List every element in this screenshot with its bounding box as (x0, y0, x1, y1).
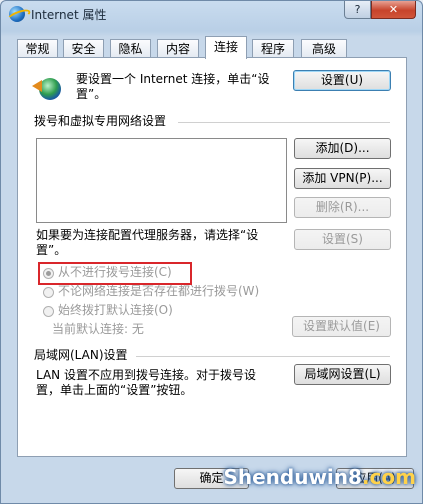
tab-advanced[interactable]: 高级 (301, 39, 347, 58)
dial-whenever-radio[interactable] (43, 287, 54, 298)
add-button[interactable]: 添加(D)... (294, 138, 391, 159)
help-button[interactable]: ? (344, 1, 371, 19)
connections-panel: 要设置一个 Internet 连接，单击“设 置”。 设置(U) 拨号和虚拟专用… (17, 57, 407, 457)
add-vpn-button[interactable]: 添加 VPN(P)... (294, 168, 391, 189)
tab-general[interactable]: 常规 (17, 39, 58, 58)
tab-connections[interactable]: 连接 (205, 36, 247, 59)
lan-section-heading: 局域网(LAN)设置 (34, 348, 128, 362)
always-dial-default-label[interactable]: 始终拨打默认连接(O) (58, 303, 173, 318)
set-default-button[interactable]: 设置默认值(E) (292, 316, 391, 337)
lan-section-divider (136, 356, 390, 357)
dial-whenever-label[interactable]: 不论网络连接是否存在都进行拨号(W) (58, 284, 259, 299)
watermark: Shenduwin8.com (223, 465, 416, 489)
close-button[interactable]: ✕ (371, 1, 416, 19)
connections-list[interactable] (36, 138, 287, 223)
internet-globe-icon (9, 6, 25, 22)
never-dial-radio[interactable] (43, 268, 54, 279)
watermark-name: Shenduwin8 (223, 465, 362, 489)
never-dial-label[interactable]: 从不进行拨号连接(C) (58, 265, 172, 280)
lan-description-line2: 置，单击上面的“设置”按钮。 (36, 383, 193, 397)
tab-security[interactable]: 安全 (63, 39, 104, 58)
tab-content[interactable]: 内容 (157, 39, 199, 58)
lan-settings-button[interactable]: 局域网设置(L) (294, 364, 391, 385)
setup-description-line2: 置”。 (76, 87, 107, 101)
dialup-section-heading: 拨号和虚拟专用网络设置 (34, 114, 167, 128)
proxy-description-line2: 置”。 (36, 243, 67, 257)
internet-properties-window: Internet 属性 ? ✕ 常规 安全 隐私 内容 连接 程序 高级 要设置… (0, 0, 423, 504)
watermark-domain: .com (361, 465, 416, 489)
tab-programs[interactable]: 程序 (252, 39, 294, 58)
setup-button[interactable]: 设置(U) (293, 70, 391, 91)
remove-button[interactable]: 删除(R)... (294, 197, 391, 218)
always-dial-default-radio[interactable] (43, 306, 54, 317)
current-default-connection: 当前默认连接: 无 (52, 322, 144, 336)
lan-description-line1: LAN 设置不应用到拨号连接。对于拨号设 (36, 368, 256, 382)
tab-privacy[interactable]: 隐私 (110, 39, 151, 58)
window-title: Internet 属性 (31, 8, 107, 22)
setup-description-line1: 要设置一个 Internet 连接，单击“设 (76, 72, 270, 86)
dialup-settings-button[interactable]: 设置(S) (294, 229, 391, 250)
title-bar[interactable]: Internet 属性 ? ✕ (1, 1, 422, 29)
dialup-section-divider (178, 122, 390, 123)
proxy-description-line1: 如果要为连接配置代理服务器，请选择“设 (36, 228, 259, 242)
connection-wizard-icon (32, 74, 64, 102)
